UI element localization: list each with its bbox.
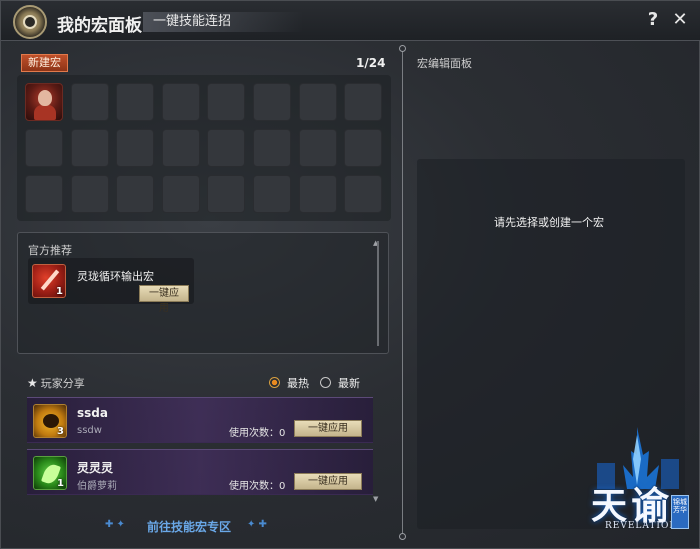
macro-slot-empty[interactable] xyxy=(344,83,383,121)
macro-slot-empty[interactable] xyxy=(25,129,63,167)
macro-slot-empty[interactable] xyxy=(253,129,291,167)
macro-slot-empty[interactable] xyxy=(116,129,155,167)
icon-badge: 1 xyxy=(57,478,64,489)
revelation-logo: 天 谕 REVELATION 锦城芳华 xyxy=(577,425,693,543)
macro-slot-empty[interactable] xyxy=(207,175,246,213)
macro-slot-empty[interactable] xyxy=(298,175,337,213)
plus-decoration-icon: ✚ ✦ xyxy=(105,519,125,530)
official-heading: 官方推荐 xyxy=(28,244,72,257)
share-apply-button[interactable]: 一键应用 xyxy=(294,473,362,490)
macro-slot-empty[interactable] xyxy=(344,175,383,213)
macro-slot-empty[interactable] xyxy=(70,129,109,167)
divider-knob xyxy=(399,45,406,52)
macro-slot-empty[interactable] xyxy=(161,129,200,167)
logo-subtitle: REVELATION xyxy=(605,521,679,531)
close-icon[interactable]: ✕ xyxy=(669,9,691,31)
macro-count: 1/24 xyxy=(356,56,386,70)
leaf-icon: 1 xyxy=(33,456,67,490)
share-macro-author: ssdw xyxy=(77,425,102,436)
logo-badge: 锦城芳华 xyxy=(671,495,689,529)
share-macro-author: 伯爵萝莉 xyxy=(77,481,117,492)
scroll-down-icon[interactable]: ▼ xyxy=(373,495,378,503)
sort-new-label[interactable]: 最新 xyxy=(338,375,360,391)
star-icon: ★ xyxy=(27,376,38,390)
official-apply-button[interactable]: 一键应用 xyxy=(139,285,189,314)
icon-badge: 1 xyxy=(56,286,63,297)
macro-slot-empty[interactable] xyxy=(161,175,200,213)
new-macro-button[interactable]: 新建宏 xyxy=(21,54,68,72)
macro-slot-empty[interactable] xyxy=(298,83,337,121)
sword-icon: 1 xyxy=(32,264,66,298)
panel-divider xyxy=(402,47,403,537)
sort-hot-radio[interactable] xyxy=(269,377,280,388)
gear-emblem-icon xyxy=(13,5,47,39)
window-subtitle: 一键技能连招 xyxy=(143,12,303,32)
icon-badge: 3 xyxy=(57,426,64,437)
share-macro-name: ssda xyxy=(77,406,108,420)
macro-slot-filled[interactable] xyxy=(25,83,63,121)
editor-empty-message: 请先选择或创建一个宏 xyxy=(494,216,604,229)
share-macro-name: 灵灵灵 xyxy=(77,461,114,475)
editor-heading: 宏编辑面板 xyxy=(417,57,472,70)
use-count-label: 使用次数：0 xyxy=(229,481,286,492)
divider-knob xyxy=(399,533,406,540)
plus-decoration-icon: ✦ ✚ xyxy=(247,519,267,530)
use-count-label: 使用次数：0 xyxy=(229,428,286,439)
macro-slot-empty[interactable] xyxy=(70,83,109,121)
help-icon[interactable]: ? xyxy=(642,9,664,31)
skill-macro-zone-link[interactable]: 前往技能宏专区 xyxy=(147,518,231,535)
title-bar: 我的宏面板 一键技能连招 ? ✕ xyxy=(1,1,700,41)
macro-slot-empty[interactable] xyxy=(207,129,246,167)
macro-slot-empty[interactable] xyxy=(253,83,291,121)
pumpkin-icon: 3 xyxy=(33,404,67,438)
macro-slot-empty[interactable] xyxy=(207,83,246,121)
macro-slot-empty[interactable] xyxy=(298,129,337,167)
sort-hot-label[interactable]: 最热 xyxy=(287,375,309,391)
macro-slot-empty[interactable] xyxy=(116,175,155,213)
share-apply-button[interactable]: 一键应用 xyxy=(294,420,362,437)
macro-slot-empty[interactable] xyxy=(253,175,291,213)
window-title: 我的宏面板 xyxy=(57,16,142,36)
macro-slot-empty[interactable] xyxy=(344,129,383,167)
official-scrollbar[interactable] xyxy=(377,241,379,346)
macro-panel-window: 我的宏面板 一键技能连招 ? ✕ 新建宏 1/24 官方推荐 1 灵珑循环输出宏… xyxy=(0,0,700,549)
macro-slot-empty[interactable] xyxy=(161,83,200,121)
macro-slot-empty[interactable] xyxy=(70,175,109,213)
macro-slot-empty[interactable] xyxy=(25,175,63,213)
macro-slot-empty[interactable] xyxy=(116,83,155,121)
player-share-heading: ★ 玩家分享 xyxy=(27,376,85,390)
sort-new-radio[interactable] xyxy=(320,377,331,388)
official-macro-name: 灵珑循环输出宏 xyxy=(77,270,154,283)
